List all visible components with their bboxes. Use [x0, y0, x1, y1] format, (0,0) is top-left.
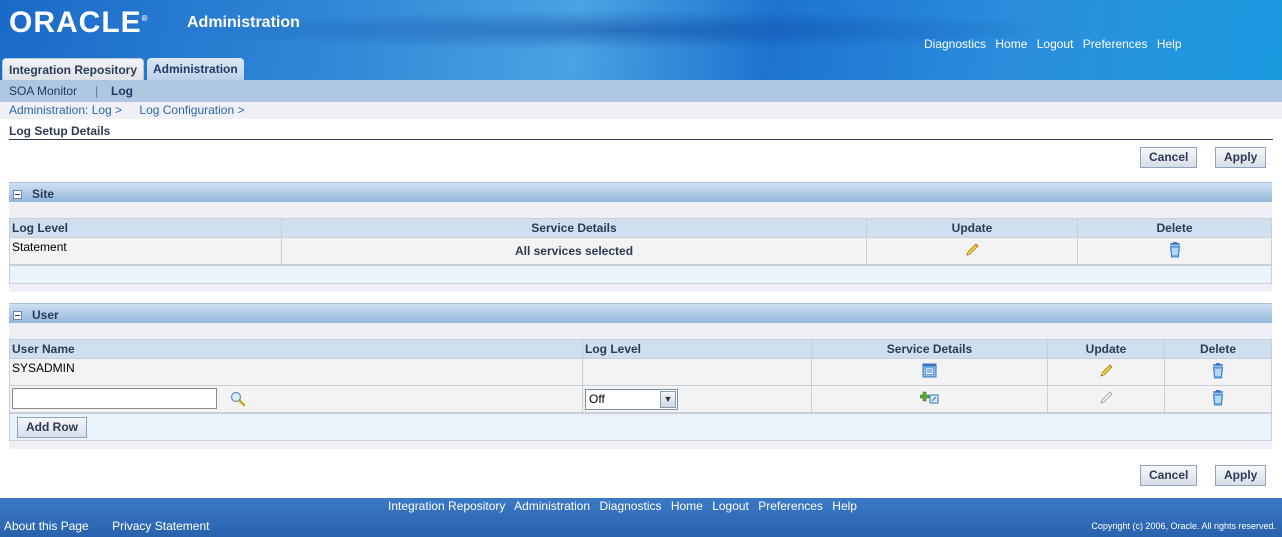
about-this-page-link[interactable]: About this Page: [4, 519, 89, 533]
collapse-icon[interactable]: [13, 310, 22, 320]
subnav-soa-monitor[interactable]: SOA Monitor: [9, 84, 77, 98]
col-log-level: Log Level: [9, 218, 282, 238]
user-name-cell: SYSADMIN: [9, 358, 583, 386]
cancel-button-bottom[interactable]: Cancel: [1140, 465, 1198, 486]
add-row-button[interactable]: Add Row: [17, 417, 87, 438]
subnav-separator: |: [95, 84, 99, 98]
tab-integration-repository[interactable]: Integration Repository: [2, 58, 145, 80]
site-section-title: Site: [32, 187, 55, 201]
section-spacer: [9, 202, 1272, 218]
subnav-log[interactable]: Log: [111, 84, 133, 98]
update-cell: [1047, 385, 1165, 413]
global-link-diagnostics[interactable]: Diagnostics: [924, 37, 986, 51]
site-section: Site Log Level Service Details Update De…: [9, 182, 1272, 292]
chevron-down-icon[interactable]: ▼: [660, 390, 676, 408]
global-links: Diagnostics Home Logout Preferences Help: [924, 37, 1188, 51]
footer-secondary-links: About this Page Privacy Statement: [4, 519, 229, 533]
footer-link-preferences[interactable]: Preferences: [758, 499, 823, 513]
privacy-statement-link[interactable]: Privacy Statement: [112, 519, 209, 533]
user-name-input[interactable]: [12, 388, 217, 410]
pencil-disabled-icon: [1098, 390, 1114, 409]
pencil-icon[interactable]: [964, 242, 980, 261]
section-spacer: [9, 323, 1272, 339]
collapse-icon[interactable]: [13, 189, 22, 199]
global-link-home[interactable]: Home: [995, 37, 1027, 51]
site-table-footer: [9, 265, 1272, 284]
tab-administration[interactable]: Administration: [147, 58, 244, 80]
footer: Integration Repository Administration Di…: [0, 498, 1282, 537]
footer-links: Integration Repository Administration Di…: [388, 499, 863, 513]
log-level-cell: Statement: [9, 237, 282, 265]
sub-navigation: SOA Monitor | Log: [0, 80, 1282, 102]
breadcrumb-log-configuration[interactable]: Log Configuration >: [139, 103, 244, 117]
breadcrumb-administration-log[interactable]: Administration: Log >: [9, 103, 122, 117]
title-divider: [9, 139, 1273, 140]
footer-link-logout[interactable]: Logout: [712, 499, 749, 513]
global-link-help[interactable]: Help: [1157, 37, 1182, 51]
log-level-select-cell: Off ▼: [582, 385, 812, 413]
table-row-new: Off ▼: [9, 385, 1272, 413]
user-name-input-cell: [9, 385, 583, 413]
col-delete: Delete: [1077, 218, 1272, 238]
site-section-header: Site: [9, 182, 1272, 202]
global-link-preferences[interactable]: Preferences: [1083, 37, 1148, 51]
breadcrumb: Administration: Log > Log Configuration …: [0, 102, 1282, 119]
col-update: Update: [866, 218, 1078, 238]
service-details-cell: All services selected: [281, 237, 867, 265]
update-cell: [866, 237, 1078, 265]
app-title: Administration: [187, 14, 300, 31]
site-table: Log Level Service Details Update Delete …: [9, 218, 1272, 265]
magnifier-icon[interactable]: [230, 391, 246, 410]
col-service-details: Service Details: [281, 218, 867, 238]
page-title: Log Setup Details: [9, 124, 111, 138]
log-level-selected-value: Off: [589, 392, 605, 406]
user-table: User Name Log Level Service Details Upda…: [9, 339, 1272, 413]
user-table-footer: Add Row: [9, 413, 1272, 441]
copyright: Copyright (c) 2006, Oracle. All rights r…: [1091, 521, 1276, 531]
col-user-name: User Name: [9, 339, 583, 359]
trash-icon[interactable]: [1211, 362, 1225, 382]
delete-cell: [1164, 358, 1272, 386]
service-details-cell: [811, 385, 1048, 413]
user-table-header: User Name Log Level Service Details Upda…: [9, 339, 1272, 359]
log-level-select[interactable]: Off ▼: [585, 388, 678, 410]
footer-link-diagnostics[interactable]: Diagnostics: [599, 499, 661, 513]
pencil-icon[interactable]: [1098, 363, 1114, 382]
details-icon[interactable]: [922, 363, 937, 381]
footer-link-administration[interactable]: Administration: [514, 499, 590, 513]
footer-link-help[interactable]: Help: [832, 499, 857, 513]
user-section: User User Name Log Level Service Details…: [9, 303, 1272, 449]
global-link-logout[interactable]: Logout: [1037, 37, 1074, 51]
user-section-header: User: [9, 303, 1272, 323]
logo-text: ORACLE: [9, 6, 142, 39]
apply-button-top[interactable]: Apply: [1215, 147, 1267, 168]
apply-button-bottom[interactable]: Apply: [1215, 465, 1267, 486]
oracle-logo: ORACLE®: [9, 6, 149, 39]
update-cell: [1047, 358, 1165, 386]
trash-icon[interactable]: [1168, 241, 1182, 261]
footer-link-home[interactable]: Home: [671, 499, 703, 513]
section-spacer: [9, 441, 1272, 449]
service-details-cell: [811, 358, 1048, 386]
user-section-title: User: [32, 308, 59, 322]
trash-icon[interactable]: [1211, 389, 1225, 409]
site-table-header: Log Level Service Details Update Delete: [9, 218, 1272, 238]
col-delete: Delete: [1164, 339, 1272, 359]
cancel-button-top[interactable]: Cancel: [1140, 147, 1198, 168]
footer-link-integration-repository[interactable]: Integration Repository: [388, 499, 505, 513]
main-tabs: Integration Repository Administration: [2, 58, 247, 80]
col-log-level: Log Level: [582, 339, 812, 359]
delete-cell: [1164, 385, 1272, 413]
log-level-cell: [582, 358, 812, 386]
section-spacer: [9, 284, 1272, 292]
table-row: Statement All services selected: [9, 237, 1272, 265]
delete-cell: [1077, 237, 1272, 265]
add-service-icon[interactable]: [919, 391, 940, 408]
col-service-details: Service Details: [811, 339, 1048, 359]
col-update: Update: [1047, 339, 1165, 359]
table-row: SYSADMIN: [9, 358, 1272, 386]
